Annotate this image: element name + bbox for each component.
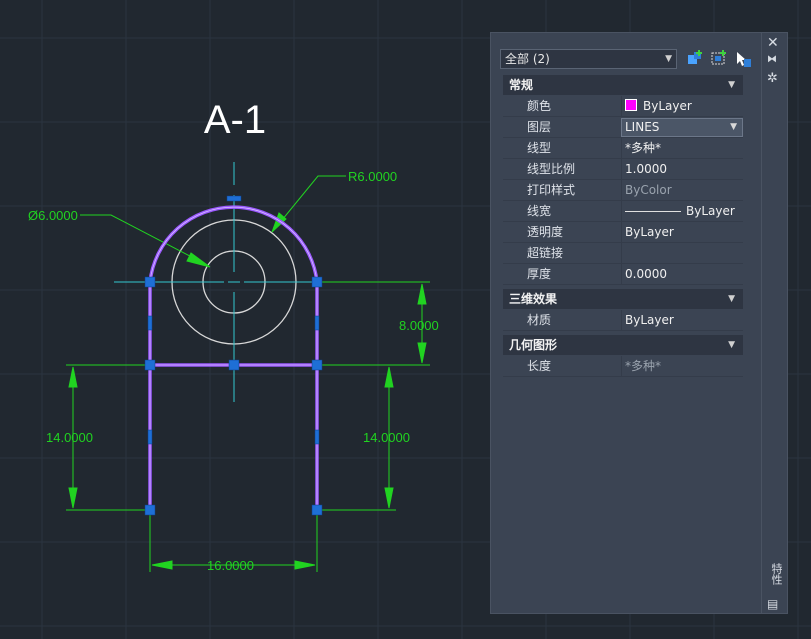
property-row-plot-style[interactable]: 打印样式 ByColor	[503, 180, 743, 201]
left-height-dimension-text: 14.0000	[46, 430, 93, 445]
grip-point[interactable]	[228, 359, 240, 371]
property-label: 线型	[527, 141, 552, 155]
color-swatch	[625, 99, 637, 111]
property-label: 材质	[527, 313, 552, 327]
section-3d-effects-title: 三维效果	[509, 292, 558, 306]
bottom-width-dimension-text: 16.0000	[207, 558, 254, 573]
property-value[interactable]: *多种*	[621, 138, 743, 159]
palette-title: 特性	[770, 563, 783, 585]
section-3d-effects-header[interactable]: 三维效果 ▼	[503, 289, 743, 309]
upper-height-dimension-text: 8.0000	[399, 318, 439, 333]
property-row-transparency[interactable]: 透明度 ByLayer	[503, 222, 743, 243]
section-geometry-title: 几何图形	[509, 338, 558, 352]
auto-hide-icon[interactable]: ⧓	[767, 54, 777, 65]
property-value[interactable]	[621, 243, 743, 264]
property-row-color[interactable]: 颜色 ByLayer	[503, 96, 743, 117]
property-row-linetype-scale[interactable]: 线型比例 1.0000	[503, 159, 743, 180]
dimension-arrow	[417, 342, 427, 364]
color-value: ByLayer	[643, 99, 692, 113]
property-value[interactable]: ByLayer	[621, 96, 743, 117]
property-row-layer[interactable]: 图层 LINES ▼	[503, 117, 743, 138]
select-objects-icon[interactable]	[685, 49, 705, 69]
grip-midpoint[interactable]	[147, 429, 153, 445]
property-value: ByColor	[621, 180, 743, 201]
right-height-dimension-text: 14.0000	[363, 430, 410, 445]
radius-dimension-text: R6.0000	[348, 169, 397, 184]
layer-dropdown[interactable]: LINES ▼	[621, 118, 743, 137]
grip-point[interactable]	[311, 504, 323, 516]
property-label: 长度	[527, 359, 552, 373]
grip-point[interactable]	[144, 504, 156, 516]
property-row-lineweight[interactable]: 线宽 ByLayer	[503, 201, 743, 222]
dimension-arrow	[68, 366, 78, 388]
chevron-down-icon: ▼	[728, 340, 735, 350]
gear-icon[interactable]: ✲	[767, 71, 778, 86]
property-label: 打印样式	[527, 183, 576, 197]
property-row-linetype[interactable]: 线型 *多种*	[503, 138, 743, 159]
grip-point[interactable]	[311, 359, 323, 371]
property-value[interactable]: 1.0000	[621, 159, 743, 180]
palette-title-bar[interactable]: ✕ ⧓ ✲ 特性 ▤	[762, 32, 788, 614]
property-value[interactable]: ByLayer	[621, 222, 743, 243]
property-label: 线型比例	[527, 162, 576, 176]
layer-value: LINES	[625, 120, 660, 134]
selection-filter-label: 全部 (2)	[505, 52, 550, 66]
dimension-arrow	[417, 283, 427, 305]
property-value[interactable]: ByLayer	[621, 201, 743, 222]
grip-midpoint[interactable]	[226, 195, 242, 202]
grip-midpoint[interactable]	[314, 315, 320, 331]
properties-panel: 全部 (2) ▼ 常规 ▼ 颜色 ByLayer 图层 LINES ▼ 线型 *多…	[490, 32, 762, 614]
dimension-arrow	[68, 487, 78, 509]
selection-filter-dropdown[interactable]: 全部 (2) ▼	[500, 49, 677, 69]
grip-point[interactable]	[144, 276, 156, 288]
toggle-pickadd-icon[interactable]	[733, 49, 753, 69]
section-geometry-header[interactable]: 几何图形 ▼	[503, 335, 743, 355]
section-general-header[interactable]: 常规 ▼	[503, 75, 743, 95]
property-value[interactable]: 0.0000	[621, 264, 743, 285]
grip-midpoint[interactable]	[147, 315, 153, 331]
lineweight-value: ByLayer	[686, 204, 735, 218]
close-icon[interactable]: ✕	[767, 35, 779, 51]
property-label: 超链接	[527, 246, 564, 260]
grip-point[interactable]	[144, 359, 156, 371]
grip-point[interactable]	[311, 276, 323, 288]
dimension-arrow	[384, 366, 394, 388]
dimension-arrow	[384, 487, 394, 509]
property-row-material[interactable]: 材质 ByLayer	[503, 310, 743, 331]
property-row-length[interactable]: 长度 *多种*	[503, 356, 743, 377]
chevron-down-icon: ▼	[728, 80, 735, 90]
diameter-arrow	[186, 252, 211, 268]
property-row-hyperlink[interactable]: 超链接	[503, 243, 743, 264]
property-value[interactable]: ByLayer	[621, 310, 743, 331]
chevron-down-icon: ▼	[665, 54, 672, 64]
chevron-down-icon: ▼	[730, 122, 737, 132]
property-label: 图层	[527, 120, 552, 134]
property-label: 颜色	[527, 99, 552, 113]
property-label: 透明度	[527, 225, 564, 239]
chevron-down-icon: ▼	[728, 294, 735, 304]
quick-select-icon[interactable]	[709, 49, 729, 69]
dimension-arrow	[151, 560, 173, 570]
drawing-title: A-1	[204, 98, 266, 142]
extension-lines	[66, 281, 430, 572]
dimension-arrow	[294, 560, 316, 570]
diameter-dimension-text: Ø6.0000	[28, 208, 78, 223]
property-value: *多种*	[621, 356, 743, 377]
grip-midpoint[interactable]	[314, 429, 320, 445]
property-label: 线宽	[527, 204, 552, 218]
property-row-thickness[interactable]: 厚度 0.0000	[503, 264, 743, 285]
lineweight-sample	[625, 211, 681, 212]
section-general-title: 常规	[509, 78, 534, 92]
property-label: 厚度	[527, 267, 552, 281]
quick-properties-icon[interactable]: ▤	[767, 597, 778, 611]
